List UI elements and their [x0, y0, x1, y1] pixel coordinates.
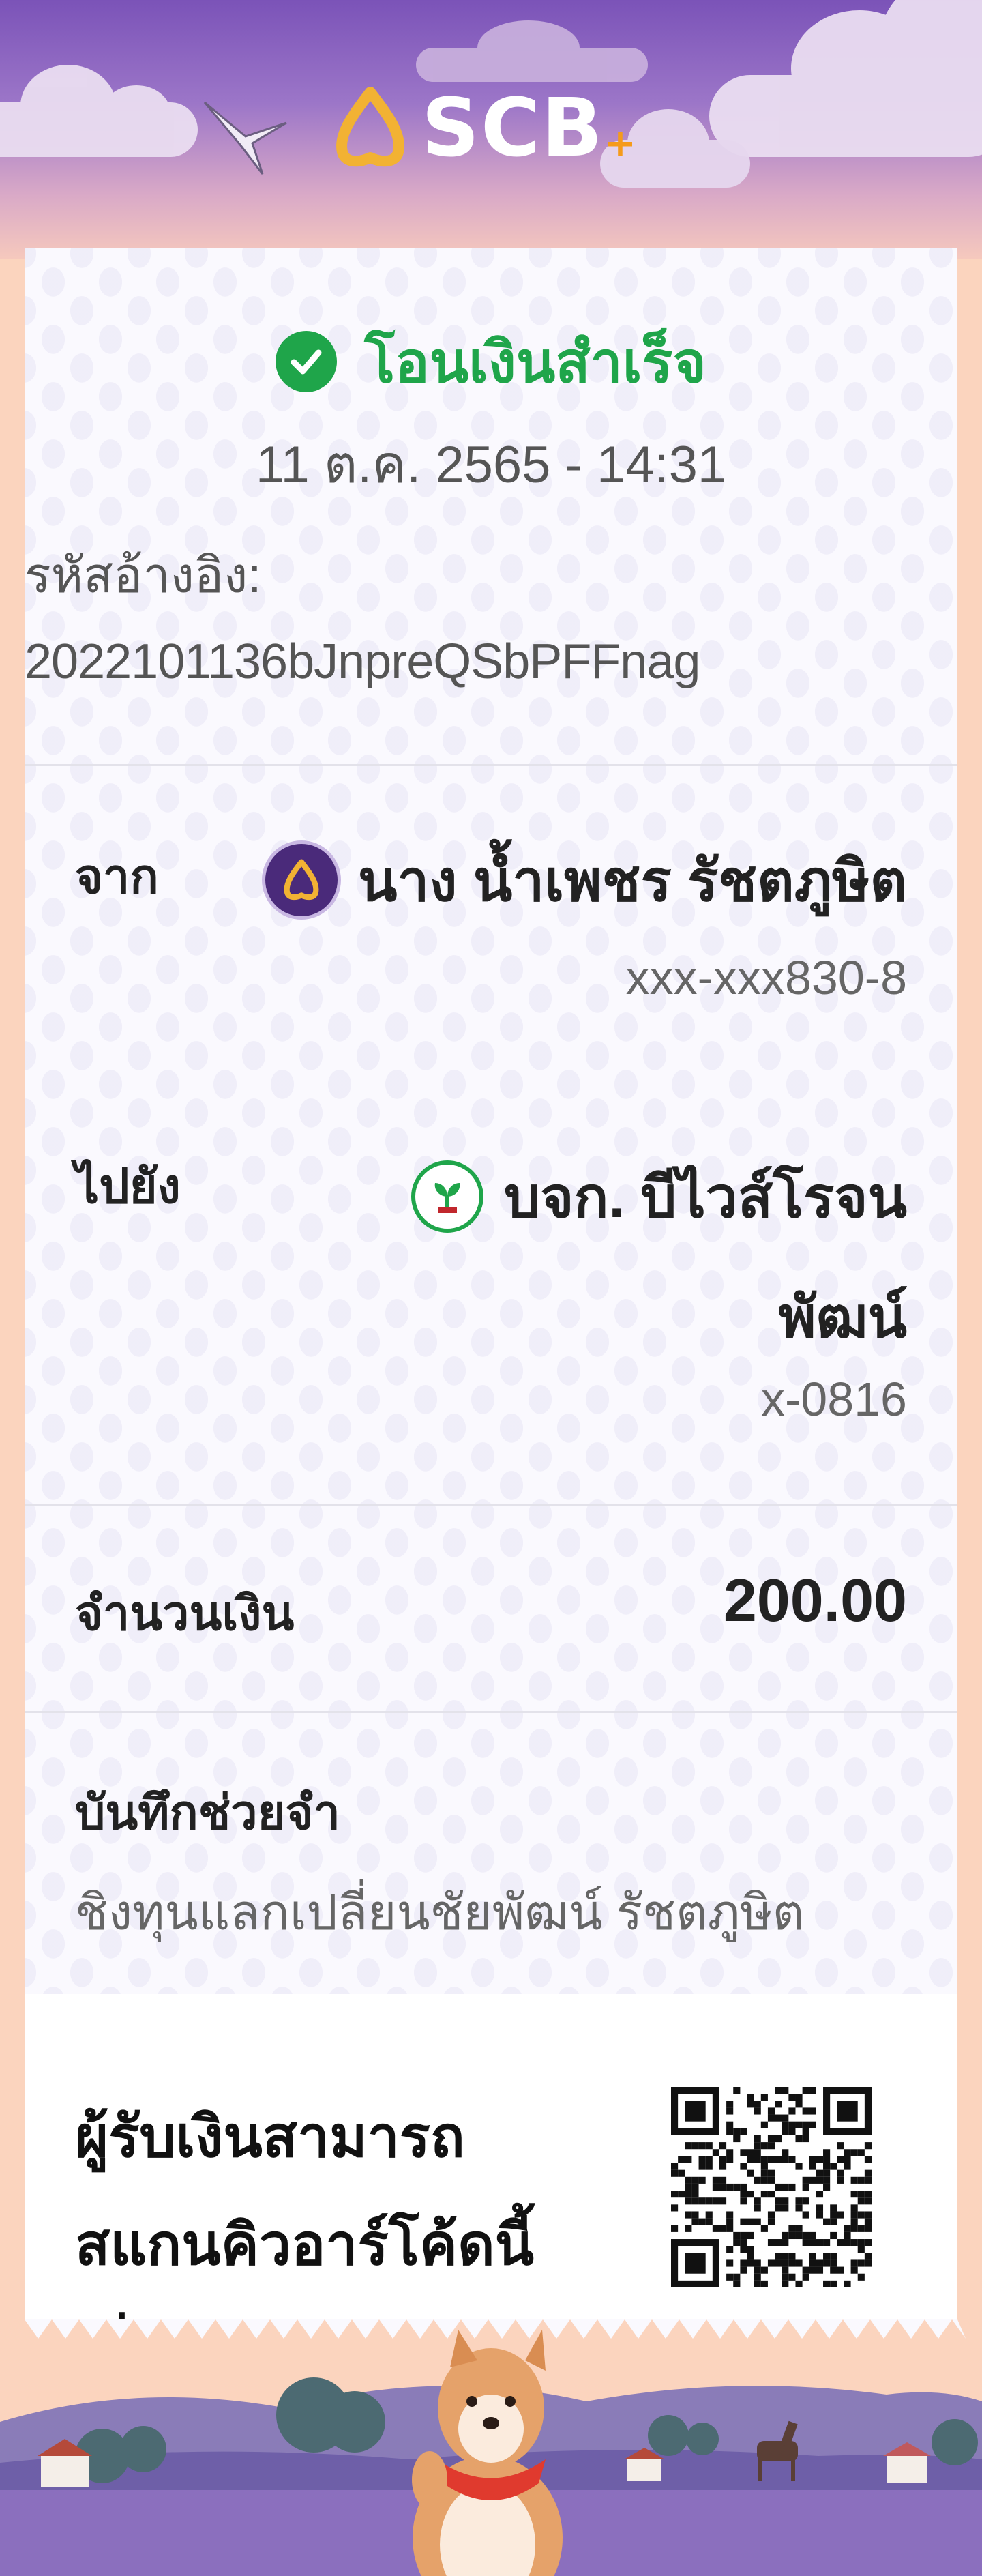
scb-logo: SCB + [333, 80, 636, 175]
cloud-decoration [0, 65, 198, 157]
reference-label: รหัสอ้างอิง: [25, 548, 262, 603]
transaction-datetime: 11 ต.ค. 2565 - 14:31 [255, 436, 727, 494]
bird-icon [203, 101, 287, 175]
kbank-icon [411, 1160, 484, 1233]
check-circle-icon [276, 331, 338, 392]
logo-plus: + [604, 121, 636, 166]
to-account-number: x-0816 [760, 1373, 907, 1426]
qr-code-icon[interactable] [671, 2087, 872, 2287]
cloud-decoration [709, 0, 982, 157]
amount-label: จำนวนเงิน [75, 1587, 295, 1640]
divider [25, 1711, 957, 1713]
memo-value: ชิงทุนแลกเปลี่ยนชัยพัฒน์ รัชตภูษิต [75, 1886, 805, 1940]
divider [25, 764, 957, 766]
from-label: จาก [75, 850, 159, 903]
status-title: โอนเงินสำเร็จ [364, 330, 706, 394]
cloud-decoration [416, 20, 648, 82]
receipt-edge [25, 2319, 966, 2339]
amount-value: 200.00 [723, 1566, 907, 1634]
to-account: บจก. บีไวส์โรจน [411, 1151, 907, 1242]
qr-note: ผู้รับเงินสามารถ สแกนคิวอาร์โค้ดนี้ เพื่… [75, 2083, 655, 2335]
scb-bank-icon [265, 844, 338, 916]
to-name-line2: พัฒน์ [778, 1285, 907, 1349]
status-row: โอนเงินสำเร็จ [25, 316, 957, 407]
to-name-line1: บจก. บีไวส์โรจน [504, 1165, 907, 1229]
receipt-card: โอนเงินสำเร็จ 11 ต.ค. 2565 - 14:31 รหัสอ… [25, 248, 957, 2335]
from-account: นาง น้ำเพชร รัชตภูษิต [265, 834, 907, 926]
memo-label: บันทึกช่วยจำ [75, 1786, 340, 1839]
qr-note-line: ผู้รับเงินสามารถ [75, 2105, 465, 2169]
header-sky: SCB + [0, 0, 982, 259]
reference-value: 2022101136bJnpreQSbPFFnag [25, 634, 700, 689]
from-account-number: xxx-xxx830-8 [625, 951, 907, 1004]
to-label: ไปยัง [75, 1160, 181, 1213]
qr-note-line: สแกนคิวอาร์โค้ดนี้ [75, 2212, 535, 2277]
from-name: นาง น้ำเพชร รัชตภูษิต [357, 849, 907, 913]
logo-text: SCB [421, 80, 604, 175]
landscape-scene [0, 2319, 982, 2576]
divider [25, 1504, 957, 1506]
scb-logo-icon [336, 87, 404, 167]
